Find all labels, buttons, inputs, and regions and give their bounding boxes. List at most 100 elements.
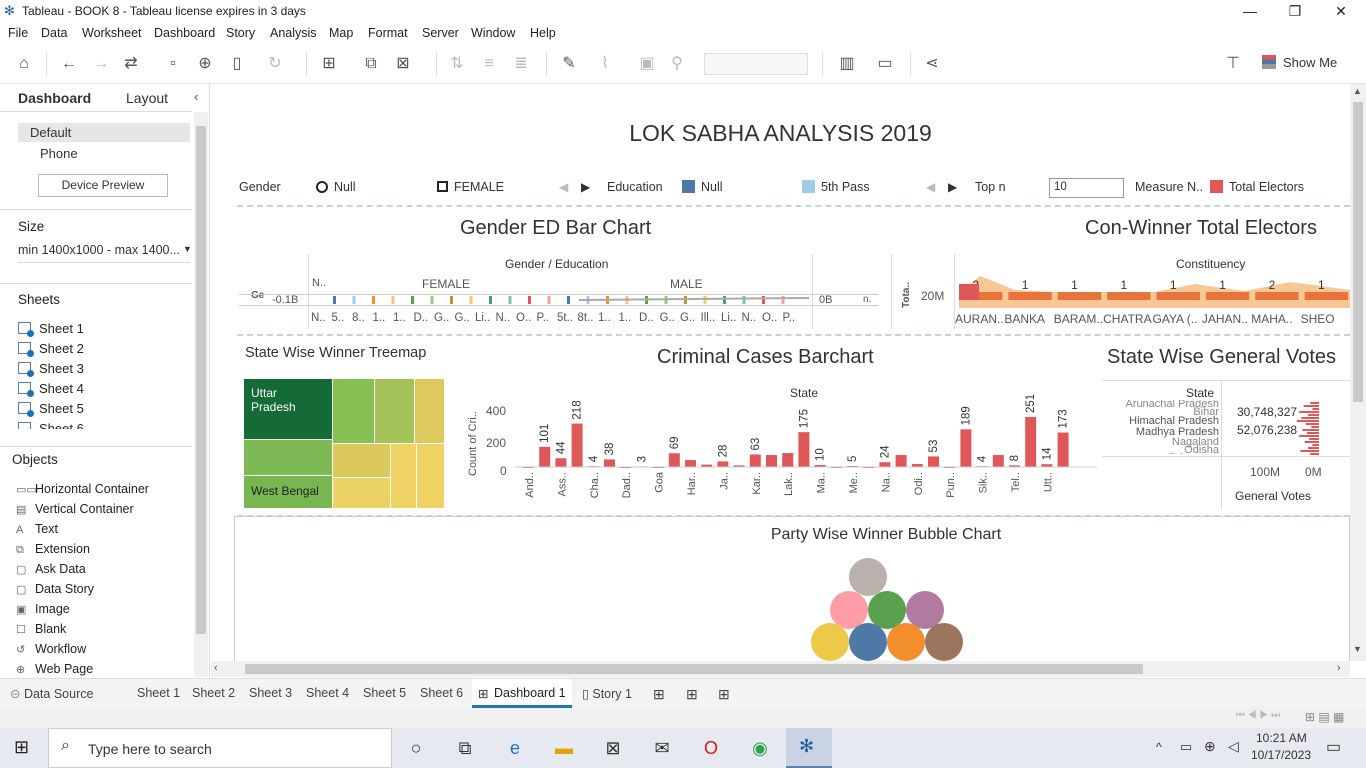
- device-default-item[interactable]: Default: [18, 123, 190, 142]
- canvas-hscroll[interactable]: ‹ ›: [211, 661, 1350, 677]
- label-icon[interactable]: ▣: [636, 53, 658, 75]
- object-ask-data[interactable]: ▢ Ask Data: [16, 562, 86, 576]
- battery-icon[interactable]: ▭: [1180, 739, 1192, 755]
- refresh-icon[interactable]: ↻: [264, 53, 286, 75]
- sheet-item[interactable]: Sheet 1: [18, 321, 84, 337]
- opera-icon[interactable]: O: [698, 736, 724, 760]
- sheet-item[interactable]: Sheet 2: [18, 341, 84, 357]
- gender-bar[interactable]: [411, 296, 414, 304]
- redo-icon[interactable]: →: [90, 53, 112, 75]
- gender-female-item[interactable]: FEMALE: [454, 180, 504, 194]
- sort-desc-icon[interactable]: ≣: [510, 53, 532, 75]
- gv-bar[interactable]: [1312, 444, 1319, 446]
- gender-bar[interactable]: [489, 296, 492, 304]
- object-extension[interactable]: ⧉ Extension: [16, 542, 90, 557]
- con-winner-bar[interactable]: [1156, 292, 1200, 300]
- chrome-icon[interactable]: ◉: [747, 736, 773, 760]
- pause-icon[interactable]: ▯: [226, 53, 248, 75]
- bubble[interactable]: [849, 623, 887, 661]
- gv-bar[interactable]: [1309, 438, 1319, 440]
- gv-bar[interactable]: [1301, 417, 1319, 419]
- gv-bar[interactable]: [1302, 429, 1320, 431]
- criminal-bar[interactable]: [717, 461, 729, 467]
- criminal-bar[interactable]: [685, 460, 696, 467]
- gv-bar[interactable]: [1300, 450, 1319, 452]
- tab-sheet-6[interactable]: Sheet 6: [420, 686, 463, 700]
- scroll-thumb[interactable]: [245, 664, 1143, 674]
- object-workflow[interactable]: ↺ Workflow: [16, 642, 86, 656]
- scroll-thumb[interactable]: [1353, 102, 1363, 402]
- criminal-bar[interactable]: [749, 454, 761, 467]
- gv-bar[interactable]: [1308, 447, 1319, 449]
- bubble[interactable]: [887, 623, 925, 661]
- criminal-bar[interactable]: [798, 432, 810, 467]
- gv-bar[interactable]: [1310, 402, 1319, 404]
- menu-server[interactable]: Server: [422, 26, 459, 40]
- fit-icon[interactable]: ▥: [836, 53, 858, 75]
- gender-bar[interactable]: [781, 296, 785, 304]
- store-icon[interactable]: ⊠: [600, 736, 626, 760]
- cortana-icon[interactable]: ○: [403, 736, 429, 760]
- gv-bar[interactable]: [1308, 414, 1319, 416]
- canvas-vscroll[interactable]: ▲ ▼: [1350, 84, 1366, 661]
- gv-bar[interactable]: [1299, 411, 1319, 413]
- criminal-bar[interactable]: [555, 458, 567, 467]
- network-icon[interactable]: ⊕: [1204, 738, 1216, 755]
- sheet-item[interactable]: Sheet 6: [18, 421, 84, 429]
- show-me-icon[interactable]: [1262, 55, 1276, 69]
- chevron-down-icon[interactable]: ▼: [183, 244, 192, 254]
- treemap-cell[interactable]: [375, 379, 414, 443]
- edge-icon[interactable]: e: [502, 736, 528, 760]
- gender-bar[interactable]: [723, 296, 726, 304]
- gv-bar[interactable]: [1311, 426, 1319, 428]
- clip-icon[interactable]: ⌇: [594, 53, 616, 75]
- con-winner-bar[interactable]: [1008, 292, 1052, 300]
- presentation-icon[interactable]: ▭: [874, 53, 896, 75]
- criminal-bar[interactable]: [539, 446, 551, 467]
- new-datasource-icon[interactable]: ⊕: [194, 53, 216, 75]
- highlight-icon[interactable]: ✎: [558, 53, 580, 75]
- menu-data[interactable]: Data: [41, 26, 67, 40]
- new-sheet-icon[interactable]: ⊞: [318, 53, 340, 75]
- gv-bar[interactable]: [1312, 408, 1319, 410]
- share-icon[interactable]: ⋖: [921, 53, 943, 75]
- education-null-item[interactable]: Null: [701, 180, 723, 194]
- gender-bar[interactable]: [430, 296, 434, 304]
- menu-help[interactable]: Help: [530, 26, 556, 40]
- gender-bar[interactable]: [508, 296, 512, 304]
- criminal-bar[interactable]: [571, 423, 583, 467]
- tableau-task-button[interactable]: ✻: [786, 728, 832, 768]
- bubble[interactable]: [811, 623, 849, 661]
- criminal-bar[interactable]: [1057, 432, 1069, 467]
- criminal-bar[interactable]: [895, 455, 907, 467]
- criminal-bar[interactable]: [928, 456, 939, 467]
- criminal-bar[interactable]: [782, 453, 794, 467]
- treemap-cell[interactable]: [333, 478, 390, 508]
- menu-map[interactable]: Map: [329, 26, 353, 40]
- new-worksheet-icon[interactable]: ⊞: [653, 686, 665, 703]
- notification-icon[interactable]: ▭: [1326, 737, 1341, 757]
- menu-file[interactable]: File: [8, 26, 28, 40]
- treemap-cell-up[interactable]: Uttar Pradesh: [244, 379, 332, 439]
- tab-sheet-3[interactable]: Sheet 3: [249, 686, 292, 700]
- tab-dashboard[interactable]: Dashboard: [18, 90, 91, 106]
- tab-sheet-1[interactable]: Sheet 1: [137, 686, 180, 700]
- tab-dashboard-1[interactable]: ⊞ Dashboard 1: [472, 679, 572, 708]
- gender-bar[interactable]: [703, 296, 707, 304]
- menu-analysis[interactable]: Analysis: [270, 26, 317, 40]
- tab-sheet-5[interactable]: Sheet 5: [363, 686, 406, 700]
- bubble[interactable]: [849, 558, 887, 596]
- sheet-item[interactable]: Sheet 3: [18, 361, 84, 377]
- next-arrow-icon[interactable]: ▶: [581, 180, 590, 194]
- gender-bar[interactable]: [450, 296, 453, 304]
- new-dashboard-icon[interactable]: ⊞: [686, 686, 698, 703]
- sheet-item[interactable]: Sheet 5: [18, 401, 84, 417]
- object-horizontal-container[interactable]: ▭▭Horizontal Container: [16, 482, 149, 496]
- menu-worksheet[interactable]: Worksheet: [82, 26, 142, 40]
- treemap-cell[interactable]: [417, 444, 444, 508]
- undo-icon[interactable]: ←: [58, 53, 80, 75]
- gender-null-item[interactable]: Null: [334, 180, 356, 194]
- gender-bar[interactable]: [372, 296, 375, 304]
- clock-time[interactable]: 10:21 AM: [1256, 731, 1307, 745]
- save-icon[interactable]: ▫: [162, 53, 184, 75]
